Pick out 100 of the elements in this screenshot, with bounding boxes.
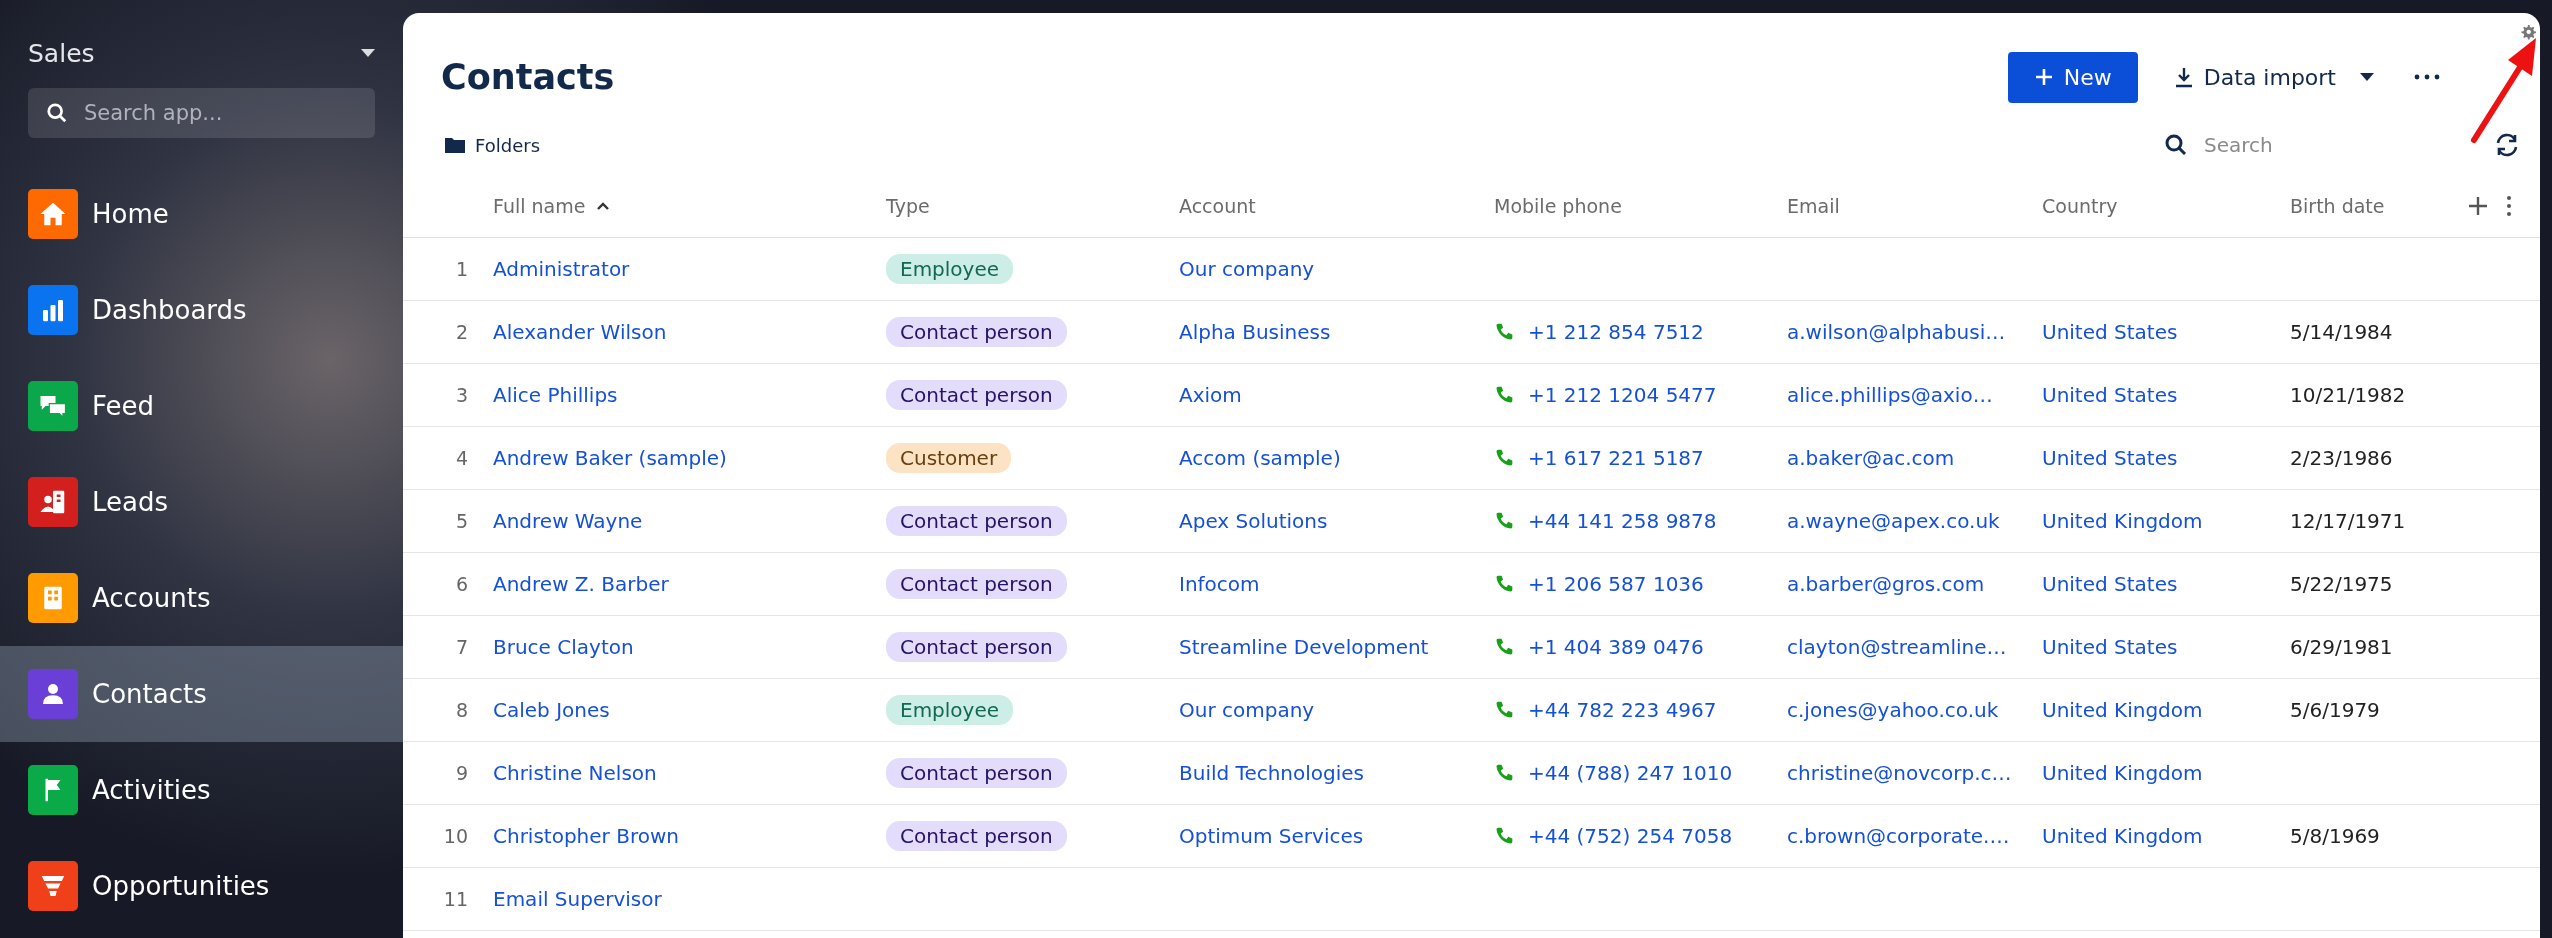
sidebar-item[interactable]: Leads bbox=[0, 454, 403, 550]
phone-link[interactable]: +1 404 389 0476 bbox=[1528, 635, 1704, 659]
sidebar-item[interactable]: Activities bbox=[0, 742, 403, 838]
contact-name-link[interactable]: Christine Nelson bbox=[493, 761, 657, 785]
phone-icon[interactable] bbox=[1494, 700, 1514, 720]
phone-link[interactable]: +1 212 1204 5477 bbox=[1528, 383, 1717, 407]
account-link[interactable]: Apex Solutions bbox=[1179, 509, 1328, 533]
email-link[interactable]: c.jones@yahoo.co.uk bbox=[1787, 698, 1999, 722]
folders-button[interactable]: Folders bbox=[445, 134, 540, 156]
settings-icon[interactable] bbox=[2520, 24, 2536, 40]
account-link[interactable]: Alpha Business bbox=[1179, 320, 1331, 344]
column-header[interactable]: Email bbox=[1787, 195, 1840, 217]
sidebar-item[interactable]: Accounts bbox=[0, 550, 403, 646]
column-header[interactable]: Full name bbox=[493, 195, 586, 217]
country-link[interactable]: United States bbox=[2042, 320, 2178, 344]
sidebar-item[interactable]: Home bbox=[0, 166, 403, 262]
sidebar-item[interactable]: Contacts bbox=[0, 646, 403, 742]
email-link[interactable]: c.brown@corporate.… bbox=[1787, 824, 2010, 848]
contact-name-link[interactable]: Christopher Brown bbox=[493, 824, 679, 848]
phone-icon[interactable] bbox=[1494, 322, 1514, 342]
birth-date: 12/17/1971 bbox=[2290, 509, 2406, 533]
account-link[interactable]: Infocom bbox=[1179, 572, 1260, 596]
search-field[interactable]: Search bbox=[2202, 132, 2406, 158]
add-column-icon[interactable] bbox=[2468, 196, 2488, 216]
sidebar-item[interactable]: Opportunities bbox=[0, 838, 403, 934]
phone-icon[interactable] bbox=[1494, 826, 1514, 846]
search-icon bbox=[2164, 133, 2188, 157]
contact-name-link[interactable]: Caleb Jones bbox=[493, 698, 610, 722]
email-link[interactable]: clayton@streamline… bbox=[1787, 635, 2007, 659]
account-link[interactable]: Optimum Services bbox=[1179, 824, 1364, 848]
phone-link[interactable]: +1 206 587 1036 bbox=[1528, 572, 1704, 596]
new-button[interactable]: New bbox=[2007, 51, 2138, 103]
contact-name-link[interactable]: Email Supervisor bbox=[493, 887, 662, 911]
account-link[interactable]: Accom (sample) bbox=[1179, 446, 1341, 470]
type-tag: Customer bbox=[886, 443, 1012, 473]
contact-name-link[interactable]: Alice Phillips bbox=[493, 383, 618, 407]
country-link[interactable]: United States bbox=[2042, 572, 2178, 596]
sidebar-item[interactable]: Dashboards bbox=[0, 262, 403, 358]
column-header[interactable]: Country bbox=[2042, 195, 2118, 217]
column-header[interactable]: Birth date bbox=[2290, 195, 2385, 217]
kebab-menu-icon[interactable] bbox=[2506, 195, 2512, 217]
account-link[interactable]: Our company bbox=[1179, 257, 1315, 281]
type-tag: Contact person bbox=[886, 317, 1067, 347]
phone-link[interactable]: +44 141 258 9878 bbox=[1528, 509, 1717, 533]
type-tag: Contact person bbox=[886, 380, 1067, 410]
column-header[interactable]: Mobile phone bbox=[1494, 195, 1622, 217]
contact-name-link[interactable]: Administrator bbox=[493, 257, 630, 281]
phone-icon[interactable] bbox=[1494, 448, 1514, 468]
type-tag: Employee bbox=[886, 254, 1014, 284]
phone-link[interactable]: +44 (788) 247 1010 bbox=[1528, 761, 1733, 785]
country-link[interactable]: United States bbox=[2042, 383, 2178, 407]
download-icon bbox=[2173, 66, 2194, 88]
email-link[interactable]: a.wilson@alphabusi… bbox=[1787, 320, 2006, 344]
column-header[interactable]: Type bbox=[886, 195, 930, 217]
email-link[interactable]: a.barber@gros.com bbox=[1787, 572, 1985, 596]
phone-icon[interactable] bbox=[1494, 511, 1514, 531]
email-link[interactable]: a.baker@ac.com bbox=[1787, 446, 1955, 470]
account-link[interactable]: Axiom bbox=[1179, 383, 1242, 407]
row-number: 10 bbox=[443, 825, 468, 847]
phone-link[interactable]: +1 212 854 7512 bbox=[1528, 320, 1704, 344]
country-link[interactable]: United Kingdom bbox=[2042, 761, 2203, 785]
contact-name-link[interactable]: Andrew Baker (sample) bbox=[493, 446, 727, 470]
contact-name-link[interactable]: Andrew Z. Barber bbox=[493, 572, 669, 596]
phone-icon[interactable] bbox=[1494, 574, 1514, 594]
account-link[interactable]: Build Technologies bbox=[1179, 761, 1365, 785]
row-number: 3 bbox=[455, 384, 468, 406]
caret-icon[interactable] bbox=[361, 49, 375, 57]
account-link[interactable]: Our company bbox=[1179, 698, 1315, 722]
country-link[interactable]: United States bbox=[2042, 446, 2178, 470]
country-link[interactable]: United Kingdom bbox=[2042, 698, 2203, 722]
contact-name-link[interactable]: Andrew Wayne bbox=[493, 509, 643, 533]
type-tag: Employee bbox=[886, 695, 1014, 725]
row-number: 6 bbox=[455, 573, 468, 595]
more-icon[interactable] bbox=[2414, 74, 2440, 80]
type-tag: Contact person bbox=[886, 758, 1067, 788]
country-link[interactable]: United Kingdom bbox=[2042, 509, 2203, 533]
refresh-icon[interactable] bbox=[2494, 133, 2520, 157]
country-link[interactable]: United Kingdom bbox=[2042, 824, 2203, 848]
phone-icon[interactable] bbox=[1494, 763, 1514, 783]
caret-icon bbox=[2360, 73, 2374, 81]
country-link[interactable]: United States bbox=[2042, 635, 2178, 659]
birth-date: 5/14/1984 bbox=[2290, 320, 2393, 344]
phone-icon[interactable] bbox=[1494, 637, 1514, 657]
sort-caret-icon[interactable] bbox=[597, 202, 610, 210]
app-title[interactable]: Sales bbox=[28, 38, 95, 68]
account-link[interactable]: Streamline Development bbox=[1179, 635, 1429, 659]
contact-name-link[interactable]: Bruce Clayton bbox=[493, 635, 634, 659]
phone-link[interactable]: +44 782 223 4967 bbox=[1528, 698, 1717, 722]
email-link[interactable]: alice.phillips@axio… bbox=[1787, 383, 1993, 407]
contact-name-link[interactable]: Alexander Wilson bbox=[493, 320, 667, 344]
column-header[interactable]: Account bbox=[1179, 195, 1256, 217]
birth-date: 5/22/1975 bbox=[2290, 572, 2393, 596]
email-link[interactable]: christine@novcorp.c… bbox=[1787, 761, 2012, 785]
folder-icon bbox=[445, 137, 465, 153]
phone-icon[interactable] bbox=[1494, 385, 1514, 405]
phone-link[interactable]: +1 617 221 5187 bbox=[1528, 446, 1704, 470]
sidebar-item[interactable]: Feed bbox=[0, 358, 403, 454]
data-import-button[interactable]: Data import bbox=[2173, 64, 2374, 90]
phone-link[interactable]: +44 (752) 254 7058 bbox=[1528, 824, 1733, 848]
email-link[interactable]: a.wayne@apex.co.uk bbox=[1787, 509, 2000, 533]
